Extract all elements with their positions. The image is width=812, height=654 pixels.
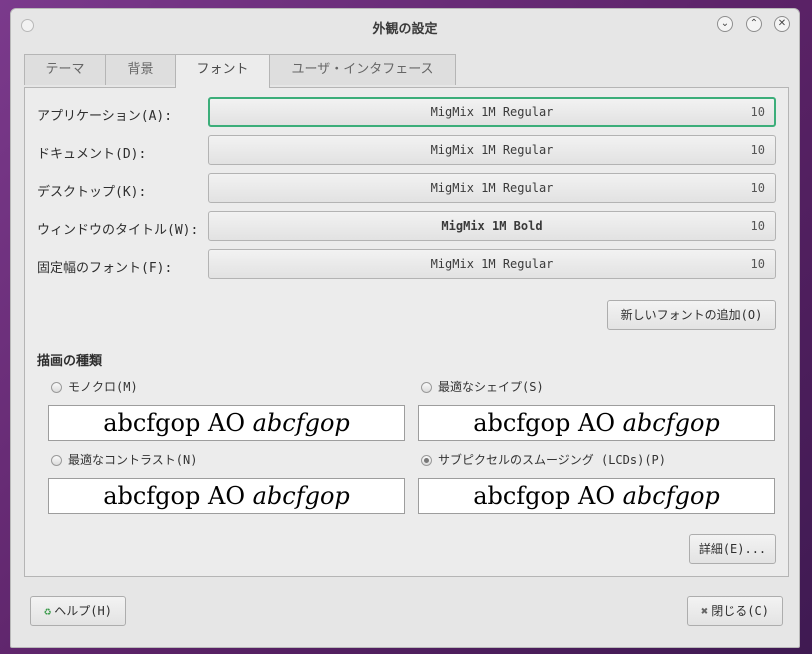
radio-indicator[interactable]: [51, 455, 62, 466]
document-font-button[interactable]: MigMix 1M Regular 10: [208, 135, 776, 165]
chevron-down-icon: ⌄: [720, 18, 730, 29]
application-font-label: アプリケーション(A):: [37, 109, 173, 124]
preview-italic-text: abcfgop: [252, 409, 350, 437]
monospace-font-label: 固定幅のフォント(F):: [37, 261, 173, 276]
preview-regular-text: abcfgop AO: [103, 409, 253, 437]
radio-label: 最適なコントラスト(N): [68, 453, 198, 467]
maximize-button[interactable]: ⌃: [746, 16, 762, 32]
radio-label: 最適なシェイプ(S): [438, 380, 544, 394]
font-size: 10: [750, 105, 765, 119]
radio-monochrome[interactable]: モノクロ(M): [51, 378, 138, 395]
close-button[interactable]: ✖ 閉じる(C): [687, 596, 783, 626]
preview-italic-text: abcfgop: [252, 482, 350, 510]
font-name: MigMix 1M Regular: [430, 105, 554, 119]
preview-subpixel-smoothing[interactable]: abcfgop AO abcfgop: [418, 478, 775, 514]
font-size: 10: [750, 181, 765, 195]
tab-fonts[interactable]: フォント: [175, 54, 270, 88]
tab-user-interface[interactable]: ユーザ・インタフェース: [269, 54, 456, 85]
tab-background[interactable]: 背景: [105, 54, 176, 85]
help-button[interactable]: ♻ ヘルプ(H): [30, 596, 126, 626]
radio-subpixel-smoothing[interactable]: サブピクセルのスムージング (LCDs)(P): [421, 451, 666, 468]
desktop-font-button[interactable]: MigMix 1M Regular 10: [208, 173, 776, 203]
preview-regular-text: abcfgop AO: [473, 482, 623, 510]
help-button-label: ヘルプ(H): [54, 604, 112, 618]
chevron-up-icon: ⌃: [749, 18, 759, 29]
close-button-label: 閉じる(C): [711, 604, 769, 618]
close-x-icon: ✖: [701, 604, 709, 618]
rendering-section-title: 描画の種類: [37, 354, 103, 369]
font-size: 10: [750, 219, 765, 233]
radio-indicator[interactable]: [421, 382, 432, 393]
preview-best-contrast[interactable]: abcfgop AO abcfgop: [48, 478, 405, 514]
preview-monochrome[interactable]: abcfgop AO abcfgop: [48, 405, 405, 441]
radio-indicator[interactable]: [51, 382, 62, 393]
radio-best-contrast[interactable]: 最適なコントラスト(N): [51, 451, 197, 468]
radio-label: サブピクセルのスムージング (LCDs)(P): [438, 453, 667, 467]
preview-regular-text: abcfgop AO: [473, 409, 623, 437]
add-font-button[interactable]: 新しいフォントの追加(O): [607, 300, 776, 330]
titlebar: 外観の設定 ⌄ ⌃ ✕: [11, 9, 799, 45]
font-size: 10: [750, 143, 765, 157]
preview-regular-text: abcfgop AO: [103, 482, 253, 510]
preview-best-shapes[interactable]: abcfgop AO abcfgop: [418, 405, 775, 441]
window-title-font-button[interactable]: MigMix 1M Bold 10: [208, 211, 776, 241]
font-name: MigMix 1M Regular: [430, 181, 554, 195]
close-icon: ✕: [777, 18, 787, 29]
tab-theme[interactable]: テーマ: [24, 54, 106, 85]
font-size: 10: [750, 257, 765, 271]
radio-indicator-selected[interactable]: [421, 455, 432, 466]
window-title: 外観の設定: [372, 22, 438, 37]
font-name: MigMix 1M Regular: [430, 257, 554, 271]
lifebuoy-icon: ♻: [44, 604, 52, 618]
preview-italic-text: abcfgop: [622, 409, 720, 437]
preview-italic-text: abcfgop: [622, 482, 720, 510]
font-name: MigMix 1M Regular: [430, 143, 554, 157]
application-font-button[interactable]: MigMix 1M Regular 10: [208, 97, 776, 127]
radio-label: モノクロ(M): [68, 380, 138, 394]
radio-best-shapes[interactable]: 最適なシェイプ(S): [421, 378, 544, 395]
window-close-button[interactable]: ✕: [774, 16, 790, 32]
document-font-label: ドキュメント(D):: [37, 147, 147, 162]
details-button[interactable]: 詳細(E)...: [689, 534, 776, 564]
window-title-font-label: ウィンドウのタイトル(W):: [37, 223, 199, 238]
font-name: MigMix 1M Bold: [441, 219, 543, 233]
monospace-font-button[interactable]: MigMix 1M Regular 10: [208, 249, 776, 279]
appearance-settings-window: 外観の設定 ⌄ ⌃ ✕ テーマ 背景 フォント ユーザ・インタフェース アプリケ…: [10, 8, 800, 648]
minimize-button[interactable]: ⌄: [717, 16, 733, 32]
desktop-font-label: デスクトップ(K):: [37, 185, 147, 200]
